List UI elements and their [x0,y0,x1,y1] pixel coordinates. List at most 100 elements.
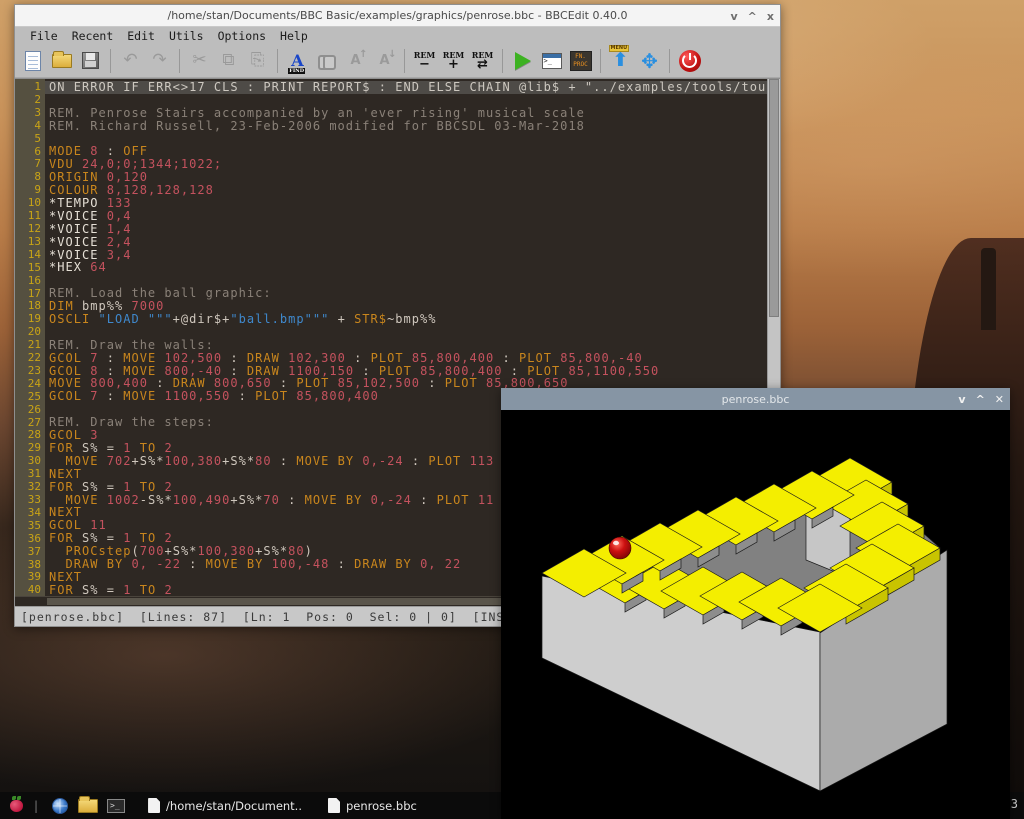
task-button-penrose[interactable]: penrose.bbc [322,796,423,815]
new-file-button[interactable] [19,47,46,74]
code-line: ORIGIN 0,120 [45,171,767,184]
navigate-button[interactable]: ✥ [636,47,663,74]
open-file-button[interactable] [48,47,75,74]
comment-button[interactable]: REM+ [440,47,467,74]
penrose-close-button[interactable]: ✕ [995,393,1004,406]
copy-icon: ⧉ [222,52,234,69]
task-button-label: /home/stan/Document.. [166,799,302,813]
document-icon [148,798,160,813]
code-line: COLOUR 8,128,128,128 [45,184,767,197]
menu-edit[interactable]: Edit [120,29,162,43]
menu-recent[interactable]: Recent [65,29,121,43]
code-line: OSCLI "LOAD """+@dir$+"ball.bmp""" + STR… [45,313,767,326]
redo-button[interactable]: ↷ [146,47,173,74]
browser-launcher[interactable] [48,794,72,818]
raspberry-icon [10,800,23,812]
quit-button[interactable] [676,47,703,74]
close-button[interactable]: x [767,10,774,23]
code-line [45,133,767,146]
rem-minus-icon: REM− [414,51,436,71]
document-icon [328,798,340,813]
code-line: GCOL 7 : MOVE 102,500 : DRAW 102,300 : P… [45,352,767,365]
code-line: GCOL 8 : MOVE 800,-40 : DRAW 1100,150 : … [45,365,767,378]
open-folder-icon [52,54,72,68]
editor-titlebar[interactable]: /home/stan/Documents/BBC Basic/examples/… [15,5,780,27]
undo-button[interactable]: ↶ [117,47,144,74]
penrose-title: penrose.bbc [722,393,790,406]
menu-jump-button[interactable]: MENU⬆ [607,47,634,74]
terminal-launcher[interactable] [104,794,128,818]
code-line: *VOICE 3,4 [45,249,767,262]
code-line: REM. Draw the walls: [45,339,767,352]
globe-icon [52,798,68,814]
find-icon: AFIND [291,51,303,70]
new-file-icon [25,51,41,71]
toggle-comment-button[interactable]: REM⇄ [469,47,496,74]
cut-button[interactable]: ✂ [186,47,213,74]
find-button[interactable]: AFIND [284,47,311,74]
rem-toggle-icon: REM⇄ [472,51,494,71]
console-button[interactable] [538,47,565,74]
menu-options[interactable]: Options [211,29,273,43]
run-button[interactable] [509,47,536,74]
maximize-button[interactable]: ^ [748,10,757,23]
code-line [45,274,767,287]
shade-button[interactable]: v [731,10,738,23]
terminal-icon [542,53,562,69]
code-line: *VOICE 1,4 [45,223,767,236]
save-icon [82,52,99,69]
menubar: File Recent Edit Utils Options Help [15,27,780,44]
redo-icon: ↷ [152,52,166,69]
app-menu-button[interactable] [4,794,28,818]
code-line: REM. Load the ball graphic: [45,287,767,300]
paste-button[interactable]: ⎘ [244,47,271,74]
penrose-window: penrose.bbc v ^ ✕ [501,388,1010,819]
menu-file[interactable]: File [23,29,65,43]
find-next-button[interactable] [313,47,340,74]
task-button-editor[interactable]: /home/stan/Document.. [142,796,308,815]
code-line [45,326,767,339]
menu-up-icon: MENU⬆ [613,51,629,70]
penrose-stairs-render [501,410,1010,819]
code-line: REM. Penrose Stairs accompanied by an 'e… [45,107,767,120]
search-down-button[interactable]: A↓ [371,47,398,74]
clock: 3 [1011,797,1018,811]
cut-icon: ✂ [192,52,206,69]
terminal-icon [107,799,125,813]
penrose-maximize-button[interactable]: ^ [976,393,985,406]
code-line: ON ERROR IF ERR<>17 CLS : PRINT REPORT$ … [45,81,767,94]
move-cross-icon: ✥ [641,51,658,71]
code-line: *TEMPO 133 [45,197,767,210]
menu-utils[interactable]: Utils [162,29,211,43]
undo-icon: ↶ [123,52,137,69]
vertical-scrollbar-thumb[interactable] [769,79,779,317]
run-icon [515,52,531,70]
binoculars-icon [318,55,336,67]
taskbar-separator: | [34,799,38,813]
penrose-shade-button[interactable]: v [958,393,965,406]
search-down-icon: A↓ [379,53,389,68]
rem-plus-icon: REM+ [443,51,465,71]
tower-silhouette [981,248,996,330]
code-line: VDU 24,0;0;1344;1022; [45,158,767,171]
red-ball [609,537,631,559]
toolbar: ↶ ↷ ✂ ⧉ ⎘ AFIND A↑ A↓ REM− REM+ REM⇄ FN.… [15,44,780,78]
search-up-button[interactable]: A↑ [342,47,369,74]
save-button[interactable] [77,47,104,74]
folder-icon [78,799,98,813]
file-manager-launcher[interactable] [76,794,100,818]
code-line: *VOICE 0,4 [45,210,767,223]
uncomment-button[interactable]: REM− [411,47,438,74]
power-icon [679,50,701,72]
copy-button[interactable]: ⧉ [215,47,242,74]
code-line: MODE 8 : OFF [45,145,767,158]
fn-proc-button[interactable]: FN.PROC [567,47,594,74]
code-line: *VOICE 2,4 [45,236,767,249]
line-number-gutter: 1234567891011121314151617181920212223242… [15,79,45,596]
fn-proc-icon: FN.PROC [570,51,592,71]
paste-icon: ⎘ [251,52,265,69]
code-line: REM. Richard Russell, 23-Feb-2006 modifi… [45,120,767,133]
penrose-titlebar[interactable]: penrose.bbc v ^ ✕ [501,388,1010,410]
editor-title: /home/stan/Documents/BBC Basic/examples/… [168,9,628,22]
menu-help[interactable]: Help [273,29,315,43]
